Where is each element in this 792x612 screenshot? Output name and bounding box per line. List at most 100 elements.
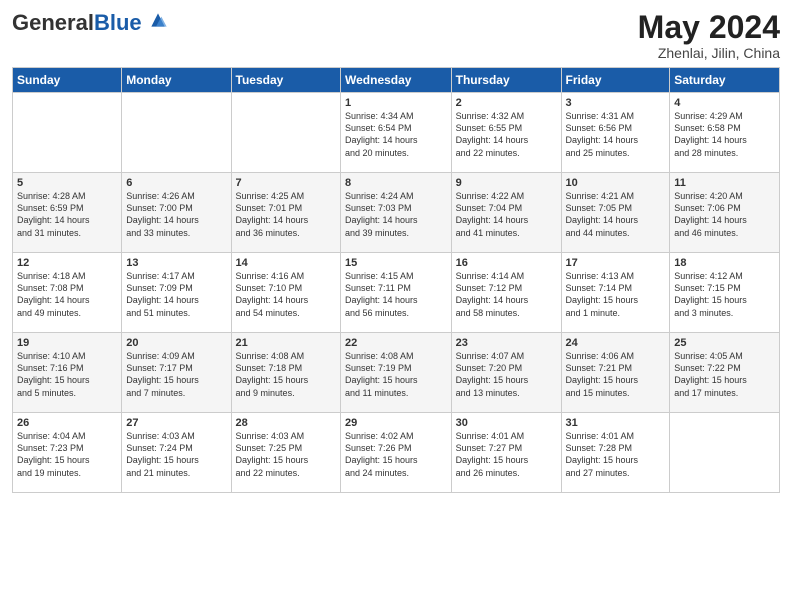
day-number: 26 [17, 417, 117, 429]
day-number: 5 [17, 177, 117, 189]
day-cell: 18Sunrise: 4:12 AM Sunset: 7:15 PM Dayli… [670, 253, 780, 333]
day-number: 9 [456, 177, 557, 189]
day-header-monday: Monday [122, 68, 231, 93]
page-container: GeneralBlue May 2024 Zhenlai, Jilin, Chi… [0, 0, 792, 501]
day-info: Sunrise: 4:01 AM Sunset: 7:27 PM Dayligh… [456, 430, 557, 479]
day-info: Sunrise: 4:14 AM Sunset: 7:12 PM Dayligh… [456, 270, 557, 319]
day-cell: 7Sunrise: 4:25 AM Sunset: 7:01 PM Daylig… [231, 173, 340, 253]
day-number: 17 [566, 257, 666, 269]
day-cell: 13Sunrise: 4:17 AM Sunset: 7:09 PM Dayli… [122, 253, 231, 333]
day-cell: 10Sunrise: 4:21 AM Sunset: 7:05 PM Dayli… [561, 173, 670, 253]
day-number: 16 [456, 257, 557, 269]
day-cell: 4Sunrise: 4:29 AM Sunset: 6:58 PM Daylig… [670, 93, 780, 173]
logo-general-text: General [12, 10, 94, 35]
day-cell: 12Sunrise: 4:18 AM Sunset: 7:08 PM Dayli… [13, 253, 122, 333]
day-info: Sunrise: 4:15 AM Sunset: 7:11 PM Dayligh… [345, 270, 447, 319]
day-header-saturday: Saturday [670, 68, 780, 93]
day-info: Sunrise: 4:08 AM Sunset: 7:18 PM Dayligh… [236, 350, 336, 399]
day-info: Sunrise: 4:18 AM Sunset: 7:08 PM Dayligh… [17, 270, 117, 319]
day-header-thursday: Thursday [451, 68, 561, 93]
day-info: Sunrise: 4:26 AM Sunset: 7:00 PM Dayligh… [126, 190, 226, 239]
day-number: 10 [566, 177, 666, 189]
day-cell: 21Sunrise: 4:08 AM Sunset: 7:18 PM Dayli… [231, 333, 340, 413]
day-cell [670, 413, 780, 493]
day-number: 29 [345, 417, 447, 429]
day-info: Sunrise: 4:09 AM Sunset: 7:17 PM Dayligh… [126, 350, 226, 399]
day-info: Sunrise: 4:16 AM Sunset: 7:10 PM Dayligh… [236, 270, 336, 319]
day-number: 23 [456, 337, 557, 349]
day-cell: 15Sunrise: 4:15 AM Sunset: 7:11 PM Dayli… [341, 253, 452, 333]
day-headers-row: SundayMondayTuesdayWednesdayThursdayFrid… [13, 68, 780, 93]
day-info: Sunrise: 4:04 AM Sunset: 7:23 PM Dayligh… [17, 430, 117, 479]
day-info: Sunrise: 4:22 AM Sunset: 7:04 PM Dayligh… [456, 190, 557, 239]
title-block: May 2024 Zhenlai, Jilin, China [638, 10, 780, 61]
header: GeneralBlue May 2024 Zhenlai, Jilin, Chi… [12, 10, 780, 61]
day-cell: 19Sunrise: 4:10 AM Sunset: 7:16 PM Dayli… [13, 333, 122, 413]
week-row-5: 26Sunrise: 4:04 AM Sunset: 7:23 PM Dayli… [13, 413, 780, 493]
day-number: 1 [345, 97, 447, 109]
day-number: 24 [566, 337, 666, 349]
logo-blue-text: Blue [94, 10, 142, 35]
day-cell: 25Sunrise: 4:05 AM Sunset: 7:22 PM Dayli… [670, 333, 780, 413]
day-cell: 31Sunrise: 4:01 AM Sunset: 7:28 PM Dayli… [561, 413, 670, 493]
day-cell: 16Sunrise: 4:14 AM Sunset: 7:12 PM Dayli… [451, 253, 561, 333]
week-row-3: 12Sunrise: 4:18 AM Sunset: 7:08 PM Dayli… [13, 253, 780, 333]
day-number: 2 [456, 97, 557, 109]
day-cell: 26Sunrise: 4:04 AM Sunset: 7:23 PM Dayli… [13, 413, 122, 493]
day-info: Sunrise: 4:01 AM Sunset: 7:28 PM Dayligh… [566, 430, 666, 479]
day-number: 19 [17, 337, 117, 349]
day-number: 27 [126, 417, 226, 429]
day-cell [13, 93, 122, 173]
day-cell: 20Sunrise: 4:09 AM Sunset: 7:17 PM Dayli… [122, 333, 231, 413]
day-number: 12 [17, 257, 117, 269]
day-info: Sunrise: 4:02 AM Sunset: 7:26 PM Dayligh… [345, 430, 447, 479]
month-title: May 2024 [638, 10, 780, 45]
logo-icon [148, 10, 168, 30]
day-number: 28 [236, 417, 336, 429]
day-number: 25 [674, 337, 775, 349]
day-cell: 22Sunrise: 4:08 AM Sunset: 7:19 PM Dayli… [341, 333, 452, 413]
day-info: Sunrise: 4:07 AM Sunset: 7:20 PM Dayligh… [456, 350, 557, 399]
day-info: Sunrise: 4:31 AM Sunset: 6:56 PM Dayligh… [566, 110, 666, 159]
day-info: Sunrise: 4:24 AM Sunset: 7:03 PM Dayligh… [345, 190, 447, 239]
day-info: Sunrise: 4:03 AM Sunset: 7:24 PM Dayligh… [126, 430, 226, 479]
day-cell: 2Sunrise: 4:32 AM Sunset: 6:55 PM Daylig… [451, 93, 561, 173]
day-cell: 28Sunrise: 4:03 AM Sunset: 7:25 PM Dayli… [231, 413, 340, 493]
day-number: 8 [345, 177, 447, 189]
day-info: Sunrise: 4:25 AM Sunset: 7:01 PM Dayligh… [236, 190, 336, 239]
day-cell: 11Sunrise: 4:20 AM Sunset: 7:06 PM Dayli… [670, 173, 780, 253]
day-cell: 5Sunrise: 4:28 AM Sunset: 6:59 PM Daylig… [13, 173, 122, 253]
day-cell: 17Sunrise: 4:13 AM Sunset: 7:14 PM Dayli… [561, 253, 670, 333]
day-cell [231, 93, 340, 173]
day-number: 13 [126, 257, 226, 269]
day-cell: 1Sunrise: 4:34 AM Sunset: 6:54 PM Daylig… [341, 93, 452, 173]
day-info: Sunrise: 4:10 AM Sunset: 7:16 PM Dayligh… [17, 350, 117, 399]
day-cell: 29Sunrise: 4:02 AM Sunset: 7:26 PM Dayli… [341, 413, 452, 493]
day-cell: 27Sunrise: 4:03 AM Sunset: 7:24 PM Dayli… [122, 413, 231, 493]
day-number: 15 [345, 257, 447, 269]
day-info: Sunrise: 4:32 AM Sunset: 6:55 PM Dayligh… [456, 110, 557, 159]
day-cell: 9Sunrise: 4:22 AM Sunset: 7:04 PM Daylig… [451, 173, 561, 253]
day-number: 4 [674, 97, 775, 109]
day-info: Sunrise: 4:03 AM Sunset: 7:25 PM Dayligh… [236, 430, 336, 479]
day-info: Sunrise: 4:12 AM Sunset: 7:15 PM Dayligh… [674, 270, 775, 319]
day-number: 3 [566, 97, 666, 109]
day-number: 31 [566, 417, 666, 429]
day-info: Sunrise: 4:08 AM Sunset: 7:19 PM Dayligh… [345, 350, 447, 399]
day-info: Sunrise: 4:06 AM Sunset: 7:21 PM Dayligh… [566, 350, 666, 399]
day-cell: 3Sunrise: 4:31 AM Sunset: 6:56 PM Daylig… [561, 93, 670, 173]
day-info: Sunrise: 4:13 AM Sunset: 7:14 PM Dayligh… [566, 270, 666, 319]
day-number: 14 [236, 257, 336, 269]
day-cell: 6Sunrise: 4:26 AM Sunset: 7:00 PM Daylig… [122, 173, 231, 253]
day-header-tuesday: Tuesday [231, 68, 340, 93]
day-number: 11 [674, 177, 775, 189]
day-cell: 14Sunrise: 4:16 AM Sunset: 7:10 PM Dayli… [231, 253, 340, 333]
day-info: Sunrise: 4:34 AM Sunset: 6:54 PM Dayligh… [345, 110, 447, 159]
day-number: 22 [345, 337, 447, 349]
day-cell: 24Sunrise: 4:06 AM Sunset: 7:21 PM Dayli… [561, 333, 670, 413]
day-cell: 23Sunrise: 4:07 AM Sunset: 7:20 PM Dayli… [451, 333, 561, 413]
day-number: 7 [236, 177, 336, 189]
day-number: 20 [126, 337, 226, 349]
week-row-1: 1Sunrise: 4:34 AM Sunset: 6:54 PM Daylig… [13, 93, 780, 173]
day-info: Sunrise: 4:05 AM Sunset: 7:22 PM Dayligh… [674, 350, 775, 399]
